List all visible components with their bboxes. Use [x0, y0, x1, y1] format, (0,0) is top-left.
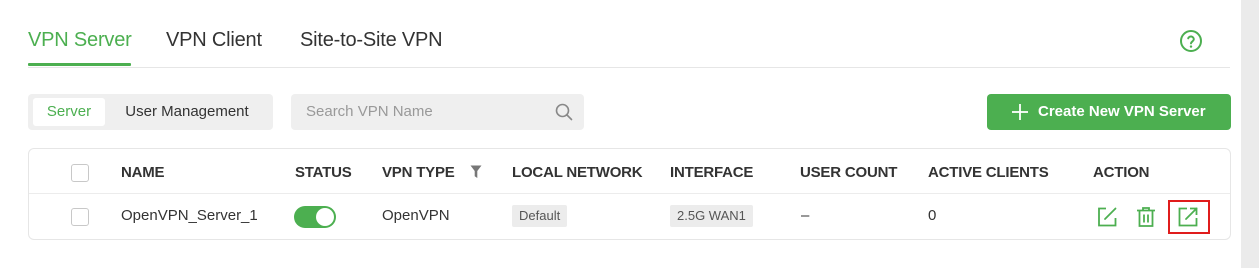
edit-icon[interactable] [1095, 205, 1119, 229]
search-input[interactable]: Search VPN Name [291, 94, 584, 130]
search-placeholder: Search VPN Name [306, 103, 433, 120]
vpn-tabs: VPN Server VPN Client Site-to-Site VPN [28, 0, 1230, 68]
server-view-switch: Server User Management [28, 94, 273, 130]
cell-vpn-type: OpenVPN [382, 207, 450, 224]
column-header-user-count[interactable]: USER COUNT [800, 164, 897, 181]
segment-server[interactable]: Server [33, 98, 105, 126]
tab-vpn-client[interactable]: VPN Client [166, 29, 262, 52]
delete-icon[interactable] [1134, 205, 1158, 229]
cell-user-count: – [801, 207, 810, 224]
search-icon[interactable] [554, 102, 574, 122]
cell-active-clients: 0 [928, 207, 937, 224]
column-header-status[interactable]: STATUS [295, 164, 352, 181]
segment-user-management[interactable]: User Management [111, 98, 263, 126]
column-header-interface[interactable]: INTERFACE [670, 164, 753, 181]
select-all-checkbox[interactable] [71, 164, 89, 182]
create-button-label: Create New VPN Server [1038, 103, 1206, 120]
export-action-highlight [1168, 200, 1210, 234]
column-header-name[interactable]: NAME [121, 164, 165, 181]
table-header: NAME STATUS VPN TYPE LOCAL NETWORK INTER… [29, 149, 1230, 194]
column-header-local-network[interactable]: LOCAL NETWORK [512, 164, 643, 181]
toggle-knob [316, 208, 334, 226]
help-icon[interactable] [1179, 29, 1203, 53]
cell-name: OpenVPN_Server_1 [121, 207, 258, 224]
tab-vpn-server[interactable]: VPN Server [28, 29, 132, 52]
active-tab-indicator [28, 63, 131, 66]
interface-tag: 2.5G WAN1 [670, 205, 753, 227]
status-toggle[interactable] [294, 206, 336, 228]
window-edge [1241, 0, 1259, 268]
column-header-vpn-type[interactable]: VPN TYPE [382, 164, 455, 181]
filter-icon[interactable] [470, 165, 482, 179]
create-new-vpn-server-button[interactable]: Create New VPN Server [987, 94, 1231, 130]
row-checkbox[interactable] [71, 208, 89, 226]
local-network-tag: Default [512, 205, 568, 227]
vpn-server-table: NAME STATUS VPN TYPE LOCAL NETWORK INTER… [28, 148, 1231, 240]
plus-icon [1012, 104, 1028, 120]
tab-site-to-site-vpn[interactable]: Site-to-Site VPN [300, 29, 443, 52]
column-header-active-clients[interactable]: ACTIVE CLIENTS [928, 164, 1049, 181]
column-header-action: ACTION [1093, 164, 1150, 181]
